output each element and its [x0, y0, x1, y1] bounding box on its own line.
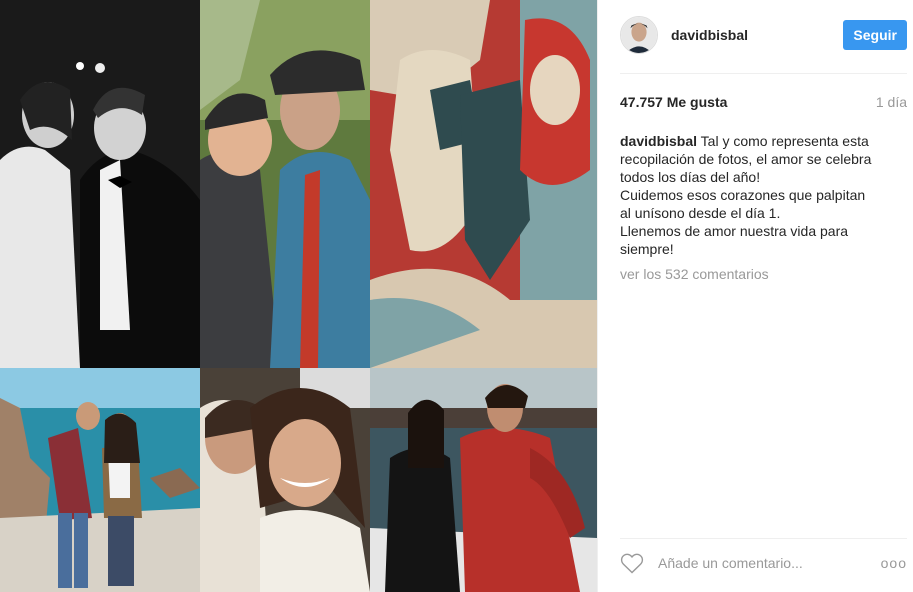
more-options-icon[interactable]: ooo: [881, 555, 907, 571]
follow-button[interactable]: Seguir: [843, 20, 907, 50]
divider: [620, 73, 907, 74]
divider: [620, 538, 907, 539]
collage-photo-pop-art: [370, 0, 597, 368]
post-photo[interactable]: [0, 0, 597, 592]
caption-username[interactable]: davidbisbal: [620, 133, 697, 149]
collage-photo-wetsuits: [370, 368, 597, 592]
comment-input[interactable]: [656, 554, 860, 572]
likes-count[interactable]: 47.757 Me gusta: [620, 94, 727, 110]
heart-icon[interactable]: [620, 552, 644, 574]
post-header: davidbisbal Seguir: [620, 14, 907, 56]
comment-bar: ooo: [620, 550, 907, 576]
post-age[interactable]: 1 día: [876, 94, 907, 110]
collage-photo-selfie: [200, 368, 370, 592]
caption-line-1: Tal y como representa esta: [700, 133, 869, 149]
collage-photo-kiss-outdoors: [200, 0, 370, 368]
collage-photo-beach: [0, 368, 200, 592]
caption-line-4: Cuidemos esos corazones que palpitan: [620, 187, 866, 203]
post-sidebar: davidbisbal Seguir 47.757 Me gusta 1 día…: [597, 0, 913, 592]
view-comments-link[interactable]: ver los 532 comentarios: [620, 266, 769, 282]
collage-photo-couple-bw: [0, 0, 200, 368]
username-link[interactable]: davidbisbal: [671, 27, 748, 43]
caption-line-3: todos los días del año!: [620, 169, 761, 185]
caption-line-6: Llenemos de amor nuestra vida para: [620, 223, 849, 239]
post-stats: 47.757 Me gusta 1 día: [620, 94, 907, 110]
caption-line-5: al unísono desde el día 1.: [620, 205, 781, 221]
avatar[interactable]: [620, 16, 658, 54]
caption-line-7: siempre!: [620, 241, 674, 257]
post-caption: davidbisbal Tal y como representa esta r…: [620, 132, 899, 258]
caption-line-2: recopilación de fotos, el amor se celebr…: [620, 151, 872, 167]
